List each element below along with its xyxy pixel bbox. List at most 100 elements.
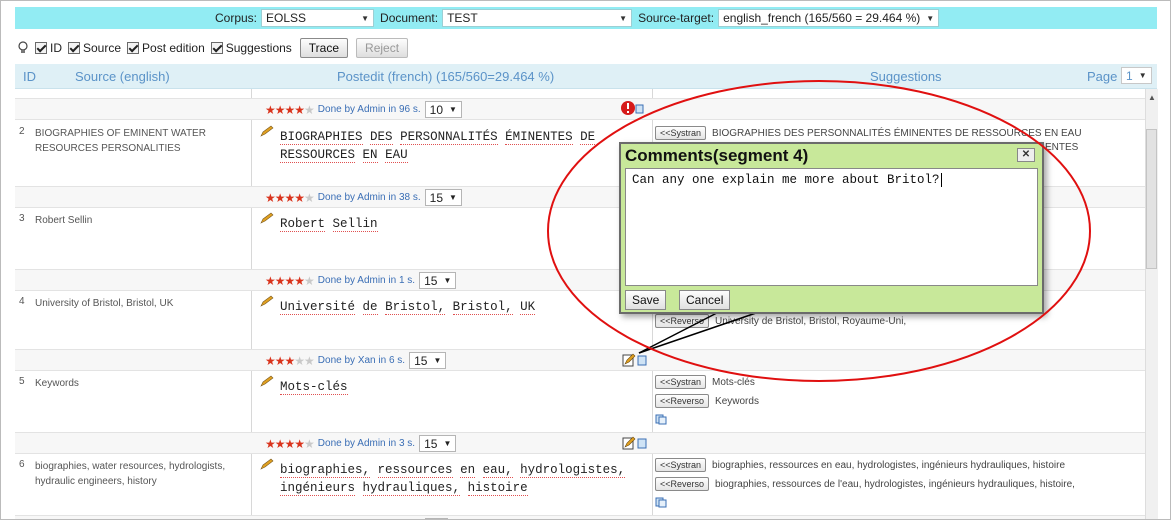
scrollbar-thumb[interactable]	[1146, 129, 1157, 269]
meta-row: ★★★★★ Done by Xan in 6 s. 15 ▼	[15, 349, 1145, 371]
suggestion-text: ENTES	[1045, 142, 1079, 153]
checkbox-post-edition[interactable]	[127, 42, 140, 54]
suggestion-text: Mots-clés	[712, 376, 755, 388]
systran-button[interactable]: <<Systran	[655, 375, 707, 389]
chevron-down-icon: ▼	[433, 356, 442, 365]
comment-edit-icon[interactable]	[622, 435, 650, 451]
segment-source: Keywords	[35, 378, 79, 389]
segment-postedit[interactable]: Mots-clés	[280, 378, 645, 396]
save-button[interactable]: Save	[625, 290, 667, 310]
trace-button[interactable]: Trace	[299, 38, 349, 58]
systran-button[interactable]: <<Systran	[655, 458, 707, 472]
done-by-text: Done by Admin in 96 s.	[317, 104, 421, 115]
meta-row: ★★★★★ Done by Admin in 3 s. 15 ▼	[15, 432, 1145, 454]
document-select[interactable]: TEST ▼	[442, 9, 633, 27]
chevron-down-icon: ▼	[619, 13, 628, 23]
segment-row: 5 Keywords Mots-clés <<Systran Mots-clés…	[15, 372, 1145, 428]
segment-postedit[interactable]: Université de Bristol, Bristol, UK	[280, 298, 645, 316]
header-suggestions[interactable]: Suggestions	[870, 69, 942, 84]
segment-source: Robert Sellin	[35, 215, 93, 226]
copy-icon[interactable]	[655, 414, 667, 425]
segment-id: 6	[19, 459, 25, 470]
suggestion-text: University de Bristol, Bristol, Royaume-…	[715, 315, 907, 327]
header-id[interactable]: ID	[23, 69, 36, 84]
segment-meta: ★★★★★ Done by Admin in 96 s. 10 ▼	[265, 101, 462, 118]
star-rating-icon[interactable]: ★★★★★	[265, 437, 315, 451]
star-rating-icon[interactable]: ★★★★★	[265, 354, 315, 368]
comment-textarea[interactable]: Can any one explain me more about Britol…	[625, 168, 1038, 286]
checkbox-suggestions-label: Suggestions	[225, 41, 292, 55]
page-select[interactable]: 1 ▼	[1121, 67, 1152, 84]
score-select[interactable]: 15 ▼	[419, 272, 457, 289]
pencil-icon[interactable]	[260, 125, 274, 137]
comment-edit-icon[interactable]	[622, 352, 650, 368]
suggestion-line: <<Systran biographies, ressources en eau…	[655, 458, 1065, 472]
chevron-down-icon: ▼	[1138, 71, 1147, 80]
score-value: 15	[424, 436, 438, 451]
suggestion-line: <<Reverso biographies, ressources de l'e…	[655, 477, 1075, 491]
chevron-down-icon: ▼	[449, 193, 457, 202]
suggestion-line: <<Reverso University de Bristol, Bristol…	[655, 314, 906, 328]
suggestion-line: <<Systran Mots-clés	[655, 375, 755, 389]
systran-button[interactable]: <<Systran	[655, 126, 707, 140]
segment-id: 5	[19, 376, 25, 387]
source-target-select[interactable]: english_french (165/560 = 29.464 %) ▼	[718, 9, 940, 27]
cancel-button[interactable]: Cancel	[679, 290, 731, 310]
source-target-label: Source-target:	[638, 11, 715, 25]
reject-button[interactable]: Reject	[356, 38, 409, 58]
checkbox-source-label: Source	[83, 41, 122, 55]
score-select[interactable]: 15 ▼	[424, 189, 462, 206]
done-by-text: Done by Admin in 1 s.	[317, 275, 416, 286]
meta-row: ★★★★★ Done by Admin in 96 s. 10 ▼	[15, 98, 1145, 120]
done-by-text: Done by Xan in 6 s.	[317, 355, 406, 366]
segment-postedit[interactable]: BIOGRAPHIES DES PERSONNALITÉS ÉMINENTES …	[280, 128, 645, 164]
chevron-down-icon: ▼	[443, 276, 452, 285]
suggestion-text: biographies, ressources de l'eau, hydrol…	[715, 478, 1075, 490]
column-header: ID Source (english) Postedit (french) (1…	[15, 64, 1157, 89]
lightbulb-icon[interactable]	[17, 41, 29, 55]
checkbox-suggestions[interactable]	[210, 42, 223, 54]
document-value: TEST	[447, 11, 478, 25]
pencil-icon[interactable]	[260, 375, 274, 387]
star-rating-icon[interactable]: ★★★★★	[265, 274, 315, 288]
checkbox-source[interactable]	[68, 42, 80, 54]
score-value: 15	[424, 273, 438, 288]
star-rating-icon[interactable]: ★★★★★	[265, 103, 315, 117]
segment-source: BIOGRAPHIES OF EMINENT WATER RESOURCES P…	[35, 128, 206, 154]
header-source[interactable]: Source (english)	[75, 69, 170, 84]
segment-meta: ★★★★★ Done by Admin in 38 s. 15 ▼	[265, 189, 462, 206]
segment-id: 2	[19, 126, 25, 137]
suggestion-text: BIOGRAPHIES DES PERSONNALITÉS ÉMINENTES …	[712, 127, 1082, 139]
star-rating-icon[interactable]: ★★★★★	[265, 191, 315, 205]
comment-alert-icon[interactable]	[620, 100, 646, 118]
copy-icon[interactable]	[655, 497, 667, 508]
reverso-button[interactable]: <<Reverso	[655, 477, 710, 491]
segment-id: 4	[19, 296, 25, 307]
corpus-select[interactable]: EOLSS ▼	[261, 9, 375, 27]
segment-postedit[interactable]: Robert Sellin	[280, 215, 645, 233]
source-target-value: english_french (165/560 = 29.464 %)	[723, 11, 921, 25]
close-icon[interactable]: ✕	[1017, 148, 1035, 162]
pencil-icon[interactable]	[260, 458, 274, 470]
segment-postedit[interactable]: biographies, ressources en eau, hydrolog…	[280, 461, 645, 497]
score-select[interactable]: 10 ▼	[424, 101, 462, 118]
score-select[interactable]: 15 ▼	[419, 435, 457, 452]
selection-bar: Corpus: EOLSS ▼ Document: TEST ▼ Source-…	[15, 7, 1157, 29]
score-select[interactable]: 15 ▼	[409, 352, 447, 369]
checkbox-id[interactable]	[35, 42, 47, 54]
pencil-icon[interactable]	[260, 295, 274, 307]
suggestion-line: <<Reverso Keywords	[655, 394, 759, 408]
suggestion-text: Keywords	[715, 395, 759, 407]
segment-id: 3	[19, 213, 25, 224]
done-by-text: Done by Admin in 3 s.	[317, 438, 416, 449]
reverso-button[interactable]: <<Reverso	[655, 314, 710, 328]
reverso-button[interactable]: <<Reverso	[655, 394, 710, 408]
segment-source: University of Bristol, Bristol, UK	[35, 298, 174, 309]
score-value: 15	[429, 190, 443, 205]
header-postedit[interactable]: Postedit (french) (165/560=29.464 %)	[337, 69, 554, 84]
page-value: 1	[1126, 68, 1133, 83]
segment-meta: ★★★★★ Done by Xan in 6 s. 15 ▼	[265, 352, 447, 369]
dialog-title: Comments(segment 4)	[625, 146, 809, 165]
scroll-up-icon[interactable]: ▲	[1148, 93, 1156, 102]
pencil-icon[interactable]	[260, 212, 274, 224]
